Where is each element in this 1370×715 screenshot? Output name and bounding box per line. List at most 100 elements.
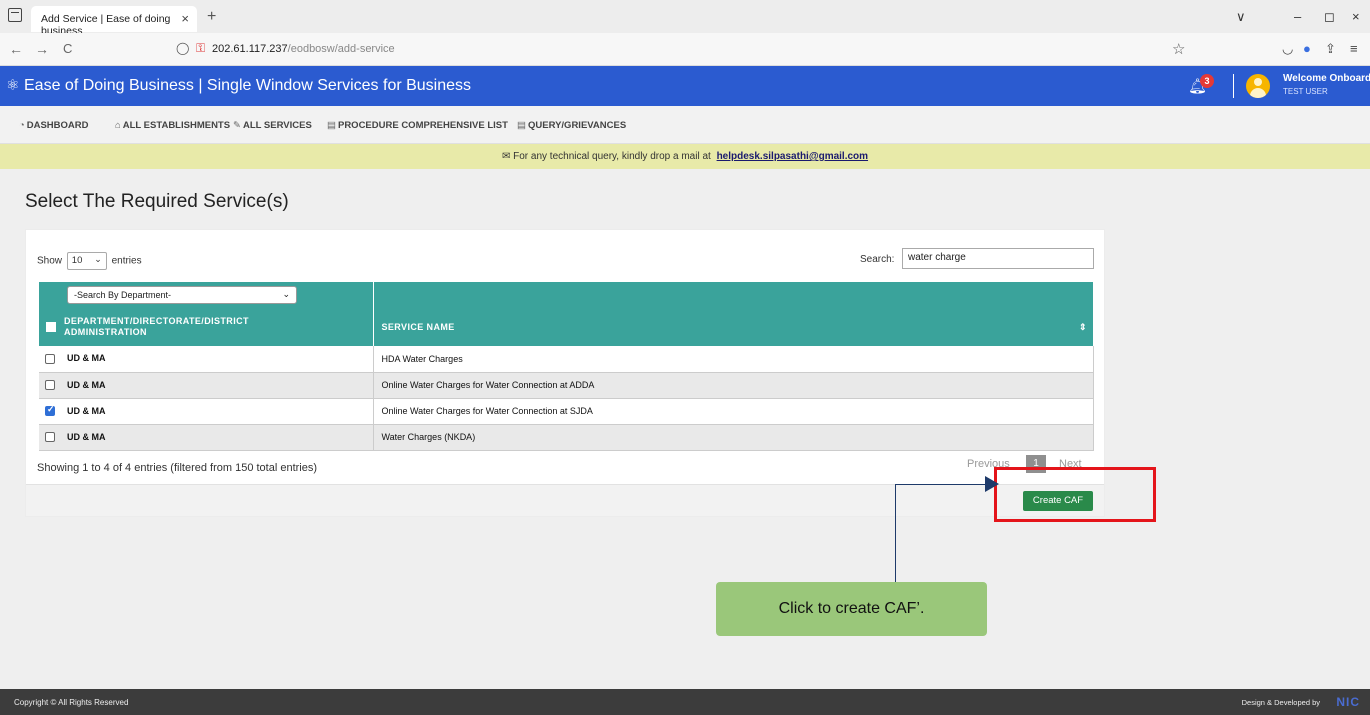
arrow-icon — [985, 476, 999, 492]
user-name: TEST USER — [1283, 87, 1328, 96]
forward-icon[interactable]: → — [35, 41, 49, 57]
menu-item-all-services[interactable]: ✎ ALL SERVICES — [233, 120, 312, 131]
helpdesk-notice: ✉ For any technical query, kindly drop a… — [0, 144, 1370, 169]
menu-item-procedure-list[interactable]: ▤ PROCEDURE COMPREHENSIVE LIST — [327, 120, 508, 131]
menu-icon[interactable]: ≡ — [1350, 41, 1358, 56]
share-icon[interactable]: ⇪ — [1325, 41, 1336, 57]
browser-tab-bar: Add Service | Ease of doing business × +… — [0, 0, 1370, 37]
department-filter-cell: -Search By Department- ⌄ — [39, 282, 374, 308]
table-info: Showing 1 to 4 of 4 entries (filtered fr… — [37, 462, 318, 474]
wrench-icon: ✎ — [233, 120, 241, 131]
main-menu: ◔ DASHBOARD ⌂ ALL ESTABLISHMENTS ✎ ALL SERV… — [0, 106, 1370, 144]
table-row[interactable]: UD & MA Online Water Charges for Water C… — [39, 398, 1094, 425]
maximize-icon[interactable]: ◻ — [1324, 9, 1335, 25]
avatar[interactable] — [1246, 74, 1270, 98]
helpdesk-email-link[interactable]: helpdesk.silpasathi@gmail.com — [717, 151, 868, 162]
tab-dropdown-icon[interactable]: ∨ — [1236, 9, 1246, 25]
department-name: UD & MA — [67, 353, 106, 364]
department-cell: UD & MA — [39, 398, 374, 425]
entries-select-value: 10 — [71, 255, 83, 266]
menu-item-label: ALL SERVICES — [242, 120, 312, 131]
service-name-cell: Online Water Charges for Water Connectio… — [373, 398, 1094, 425]
department-cell: UD & MA — [39, 346, 374, 373]
tab-list-icon[interactable] — [8, 8, 22, 22]
new-tab-icon[interactable]: + — [207, 8, 216, 26]
building-icon: ⌂ — [115, 120, 121, 131]
row-checkbox[interactable] — [45, 354, 55, 365]
list-icon: ▤ — [517, 120, 526, 131]
back-icon[interactable]: ← — [9, 41, 23, 57]
department-name: UD & MA — [67, 405, 106, 416]
header-divider — [1233, 74, 1234, 98]
bookmark-star-icon[interactable]: ☆ — [1172, 40, 1185, 58]
page-footer: Copyright © All Rights Reserved Design &… — [0, 689, 1370, 715]
row-checkbox[interactable] — [45, 380, 55, 391]
browser-tab[interactable]: Add Service | Ease of doing business × — [31, 6, 197, 37]
services-table: -Search By Department- ⌄ DEPARTMENT/DIRE… — [39, 282, 1094, 451]
card-footer — [26, 484, 1104, 516]
chevron-down-icon: ⌄ — [282, 289, 290, 299]
browser-nav-bar: ← → C ◯ ⚿ 202.61.117.237/eodbosw/add-ser… — [0, 33, 1370, 66]
highlight-box — [994, 467, 1156, 522]
callout-connector — [895, 484, 988, 485]
design-credit: Design & Developed by — [1241, 698, 1320, 707]
search-label: Search: — [860, 254, 895, 265]
url-path: /eodbosw/add-service — [287, 43, 395, 55]
service-name-cell: Online Water Charges for Water Connectio… — [373, 372, 1094, 399]
menu-item-query-grievances[interactable]: ▤ QUERY/GRIEVANCES — [517, 120, 626, 131]
mail-icon: ✉ — [501, 151, 511, 162]
department-name: UD & MA — [67, 379, 106, 390]
service-filter-cell — [373, 282, 1094, 308]
callout-box: Click to create CAF’. — [716, 582, 987, 636]
department-cell: UD & MA — [39, 372, 374, 399]
entries-select[interactable]: 10 ⌄ — [66, 252, 107, 270]
row-checkbox[interactable] — [45, 432, 55, 443]
page-title: Select The Required Service(s) — [25, 191, 289, 212]
url-host: 202.61.117.237 — [212, 43, 288, 55]
minimize-icon[interactable]: – — [1294, 9, 1301, 24]
select-all-checkbox[interactable] — [46, 322, 56, 332]
search-input[interactable]: water charge — [902, 248, 1094, 269]
app-header: ⚛ Ease of Doing Business | Single Window … — [0, 66, 1370, 106]
column-header-service[interactable]: SERVICE NAME ⇕ — [373, 308, 1094, 346]
department-cell: UD & MA — [39, 424, 374, 451]
table-row[interactable]: UD & MA HDA Water Charges — [39, 346, 1094, 373]
column-header-label: SERVICE NAME — [381, 322, 455, 332]
menu-item-all-establishments[interactable]: ⌂ ALL ESTABLISHMENTS — [115, 120, 230, 131]
lock-icon[interactable]: ⚿ — [196, 41, 205, 56]
department-filter-select[interactable]: -Search By Department- ⌄ — [67, 286, 297, 304]
menu-item-label: ALL ESTABLISHMENTS — [122, 120, 231, 131]
table-row[interactable]: UD & MA Water Charges (NKDA) — [39, 424, 1094, 451]
reload-icon[interactable]: C — [63, 41, 72, 56]
copyright-text: Copyright © All Rights Reserved — [14, 698, 129, 707]
menu-item-label: PROCEDURE COMPREHENSIVE LIST — [337, 120, 508, 131]
window-close-icon[interactable]: × — [1352, 9, 1360, 24]
list-icon: ▤ — [327, 120, 336, 131]
address-bar[interactable]: 202.61.117.237/eodbosw/add-service — [212, 43, 395, 55]
notice-text: For any technical query, kindly drop a m… — [513, 151, 711, 162]
service-name-cell: HDA Water Charges — [373, 346, 1094, 373]
entries-label: entries — [111, 255, 142, 267]
shield-icon: ◯ — [176, 41, 190, 55]
welcome-text[interactable]: Welcome Onboard — [1283, 73, 1370, 84]
sort-icon: ⇕ — [1079, 322, 1087, 332]
entries-length-control: Show 10 ⌄ entries — [37, 252, 142, 270]
app-logo-icon: ⚛ — [6, 77, 20, 94]
show-label: Show — [37, 255, 63, 267]
table-row[interactable]: UD & MA Online Water Charges for Water C… — [39, 372, 1094, 399]
tab-close-icon[interactable]: × — [181, 11, 189, 26]
menu-item-label: DASHBOARD — [26, 120, 89, 131]
extension-icon[interactable]: ● — [1303, 41, 1311, 56]
column-header-label: DEPARTMENT/DIRECTORATE/DISTRICT ADMINIST… — [64, 316, 249, 337]
column-header-department[interactable]: DEPARTMENT/DIRECTORATE/DISTRICT ADMINIST… — [39, 308, 374, 346]
menu-item-dashboard[interactable]: ◔ DASHBOARD — [19, 120, 89, 131]
row-checkbox-checked[interactable] — [45, 404, 55, 417]
service-selection-card: Show 10 ⌄ entries Search: water charge -S… — [25, 229, 1105, 517]
dashboard-icon: ◔ — [19, 120, 25, 131]
department-name: UD & MA — [67, 431, 106, 442]
app-title[interactable]: ⚛ Ease of Doing Business | Single Window … — [6, 76, 471, 95]
chevron-down-icon: ⌄ — [94, 254, 102, 264]
service-name-cell: Water Charges (NKDA) — [373, 424, 1094, 451]
app-title-text: Ease of Doing Business | Single Window S… — [24, 77, 472, 94]
pocket-icon[interactable]: ◡ — [1282, 41, 1293, 57]
